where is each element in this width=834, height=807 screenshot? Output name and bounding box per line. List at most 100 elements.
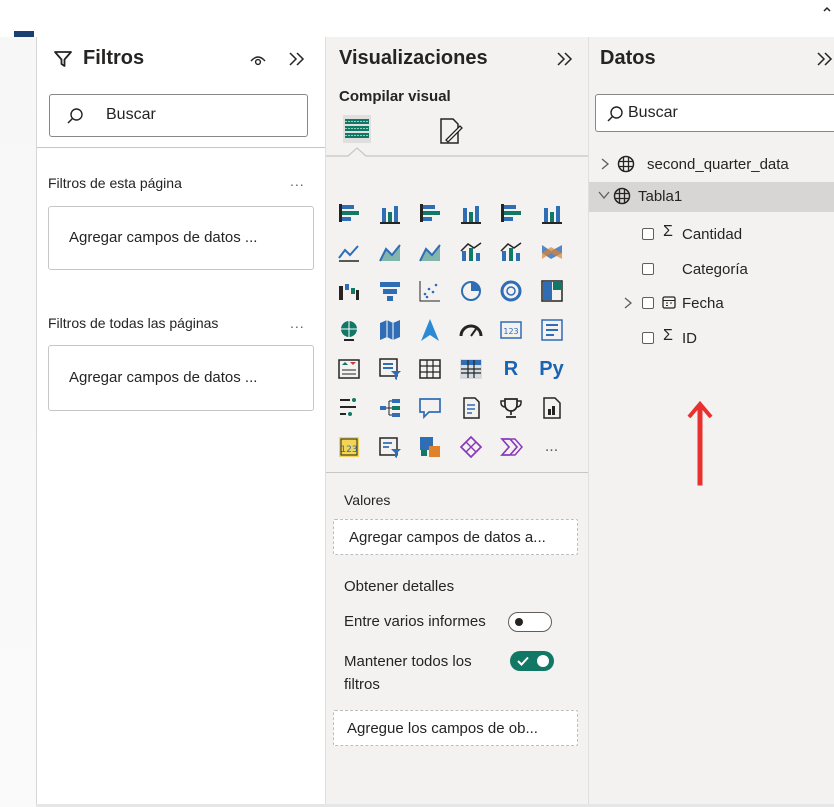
build-visual-label: Compilar visual — [339, 88, 451, 105]
more-label: ... — [544, 438, 559, 455]
field-checkbox[interactable] — [642, 228, 654, 240]
r-label: R — [503, 358, 519, 380]
table-name: Tabla1 — [638, 188, 683, 205]
filter-icon — [54, 51, 72, 67]
custom-visual-icon[interactable] — [417, 434, 443, 460]
data-pane: Datos Buscar second_quarter_data Tabla1 … — [589, 37, 834, 804]
map-icon[interactable] — [336, 317, 362, 343]
field-checkbox[interactable] — [642, 297, 654, 309]
visualizations-pane: Visualizaciones Compilar visual 123 R Py 12… — [326, 37, 589, 804]
line-chart-icon[interactable] — [336, 239, 362, 265]
filters-divider — [37, 147, 325, 148]
format-visual-tab-icon[interactable] — [436, 116, 464, 146]
field-name: Fecha — [682, 295, 724, 312]
trophy-metrics-icon[interactable] — [498, 395, 524, 421]
calendar-icon — [662, 296, 676, 309]
pie-chart-icon[interactable] — [458, 278, 484, 304]
eye-icon[interactable] — [249, 52, 267, 68]
field-checkbox[interactable] — [642, 332, 654, 344]
treemap-icon[interactable] — [539, 278, 565, 304]
multi-row-card-icon[interactable] — [539, 317, 565, 343]
table-icon — [613, 187, 631, 205]
chevron-down-icon[interactable] — [597, 189, 611, 201]
r-script-visual-icon[interactable]: R — [498, 356, 524, 382]
funnel-chart-icon[interactable] — [377, 278, 403, 304]
ribbon-chart-icon[interactable] — [539, 239, 565, 265]
cross-report-toggle[interactable] — [508, 612, 552, 632]
azure-map-icon[interactable] — [417, 317, 443, 343]
diamond-visual-icon[interactable] — [458, 434, 484, 460]
page-filters-dropzone[interactable]: Agregar campos de datos ... — [48, 206, 314, 270]
viz-divider — [326, 472, 588, 473]
table-row-tabla1[interactable]: Tabla1 — [589, 183, 834, 211]
field-row-fecha[interactable]: Fecha — [589, 289, 834, 317]
smart-narrative-icon[interactable] — [458, 395, 484, 421]
drillthrough-drop-text: Agregue los campos de ob... — [347, 720, 538, 737]
data-search-input[interactable]: Buscar — [595, 94, 834, 132]
tab-underline — [326, 147, 588, 157]
chevron-right-icon[interactable] — [623, 296, 633, 310]
filters-pane: Filtros Buscar Filtros de esta página ..… — [37, 37, 326, 804]
field-checkbox[interactable] — [642, 263, 654, 275]
key-influencers-icon[interactable] — [336, 395, 362, 421]
100-stacked-bar-chart-icon[interactable] — [498, 200, 524, 226]
field-row-categoria[interactable]: Categoría — [589, 255, 834, 283]
all-pages-filters-more-button[interactable]: ... — [290, 315, 305, 331]
drillthrough-dropzone[interactable]: Agregue los campos de ob... — [333, 710, 578, 746]
values-dropzone[interactable]: Agregar campos de datos a... — [333, 519, 578, 555]
matrix-icon[interactable] — [458, 356, 484, 382]
power-apps-icon[interactable]: 123 — [336, 434, 362, 460]
python-visual-icon[interactable]: Py — [539, 356, 565, 382]
keep-filters-toggle-knob — [537, 655, 549, 667]
values-label: Valores — [344, 492, 391, 508]
card-icon[interactable]: 123 — [498, 317, 524, 343]
all-pages-filters-dropzone[interactable]: Agregar campos de datos ... — [48, 345, 314, 411]
cross-report-toggle-knob — [515, 618, 523, 626]
kpi-icon[interactable] — [336, 356, 362, 382]
field-row-id[interactable]: Σ ID — [589, 324, 834, 352]
collapse-visualizations-icon[interactable] — [555, 50, 575, 68]
more-visuals-icon[interactable]: ... — [539, 434, 565, 460]
field-row-cantidad[interactable]: Σ Cantidad — [589, 220, 834, 248]
keep-filters-toggle[interactable] — [510, 651, 554, 671]
filters-search-placeholder: Buscar — [106, 106, 156, 123]
table-icon[interactable] — [417, 356, 443, 382]
decomposition-tree-icon[interactable] — [377, 395, 403, 421]
clustered-bar-chart-icon[interactable] — [417, 200, 443, 226]
chevron-visual-icon[interactable] — [498, 434, 524, 460]
svg-text:123: 123 — [503, 327, 518, 336]
qa-icon[interactable] — [417, 395, 443, 421]
stacked-area-chart-icon[interactable] — [417, 239, 443, 265]
collapse-filters-icon[interactable] — [287, 50, 307, 68]
paginated-report-icon[interactable] — [539, 395, 565, 421]
filters-search-input[interactable]: Buscar — [49, 94, 308, 137]
svg-text:123: 123 — [340, 445, 357, 455]
gauge-icon[interactable] — [458, 317, 484, 343]
table-name: second_quarter_data — [647, 156, 789, 173]
filled-map-icon[interactable] — [377, 317, 403, 343]
field-name: ID — [682, 330, 697, 347]
keep-filters-label: Mantener todos los — [344, 653, 472, 670]
scatter-chart-icon[interactable] — [417, 278, 443, 304]
page-filters-more-button[interactable]: ... — [290, 173, 305, 189]
line-and-stacked-column-chart-icon[interactable] — [458, 239, 484, 265]
slicer-icon[interactable] — [377, 356, 403, 382]
caret-up-icon[interactable] — [822, 4, 832, 14]
table-row-second-quarter-data[interactable]: second_quarter_data — [589, 151, 834, 179]
line-and-clustered-column-chart-icon[interactable] — [498, 239, 524, 265]
top-bar — [0, 0, 834, 32]
check-icon — [517, 656, 529, 666]
clustered-column-chart-icon[interactable] — [458, 200, 484, 226]
stacked-column-chart-icon[interactable] — [377, 200, 403, 226]
power-automate-icon[interactable] — [377, 434, 403, 460]
collapse-data-icon[interactable] — [815, 50, 834, 68]
100-stacked-column-chart-icon[interactable] — [539, 200, 565, 226]
stacked-bar-chart-icon[interactable] — [336, 200, 362, 226]
chevron-right-icon[interactable] — [599, 157, 611, 171]
donut-chart-icon[interactable] — [498, 278, 524, 304]
build-visual-tab-icon[interactable] — [342, 114, 372, 144]
table-icon — [617, 155, 635, 173]
waterfall-chart-icon[interactable] — [336, 278, 362, 304]
area-chart-icon[interactable] — [377, 239, 403, 265]
annotation-arrow-up-icon — [687, 401, 713, 486]
